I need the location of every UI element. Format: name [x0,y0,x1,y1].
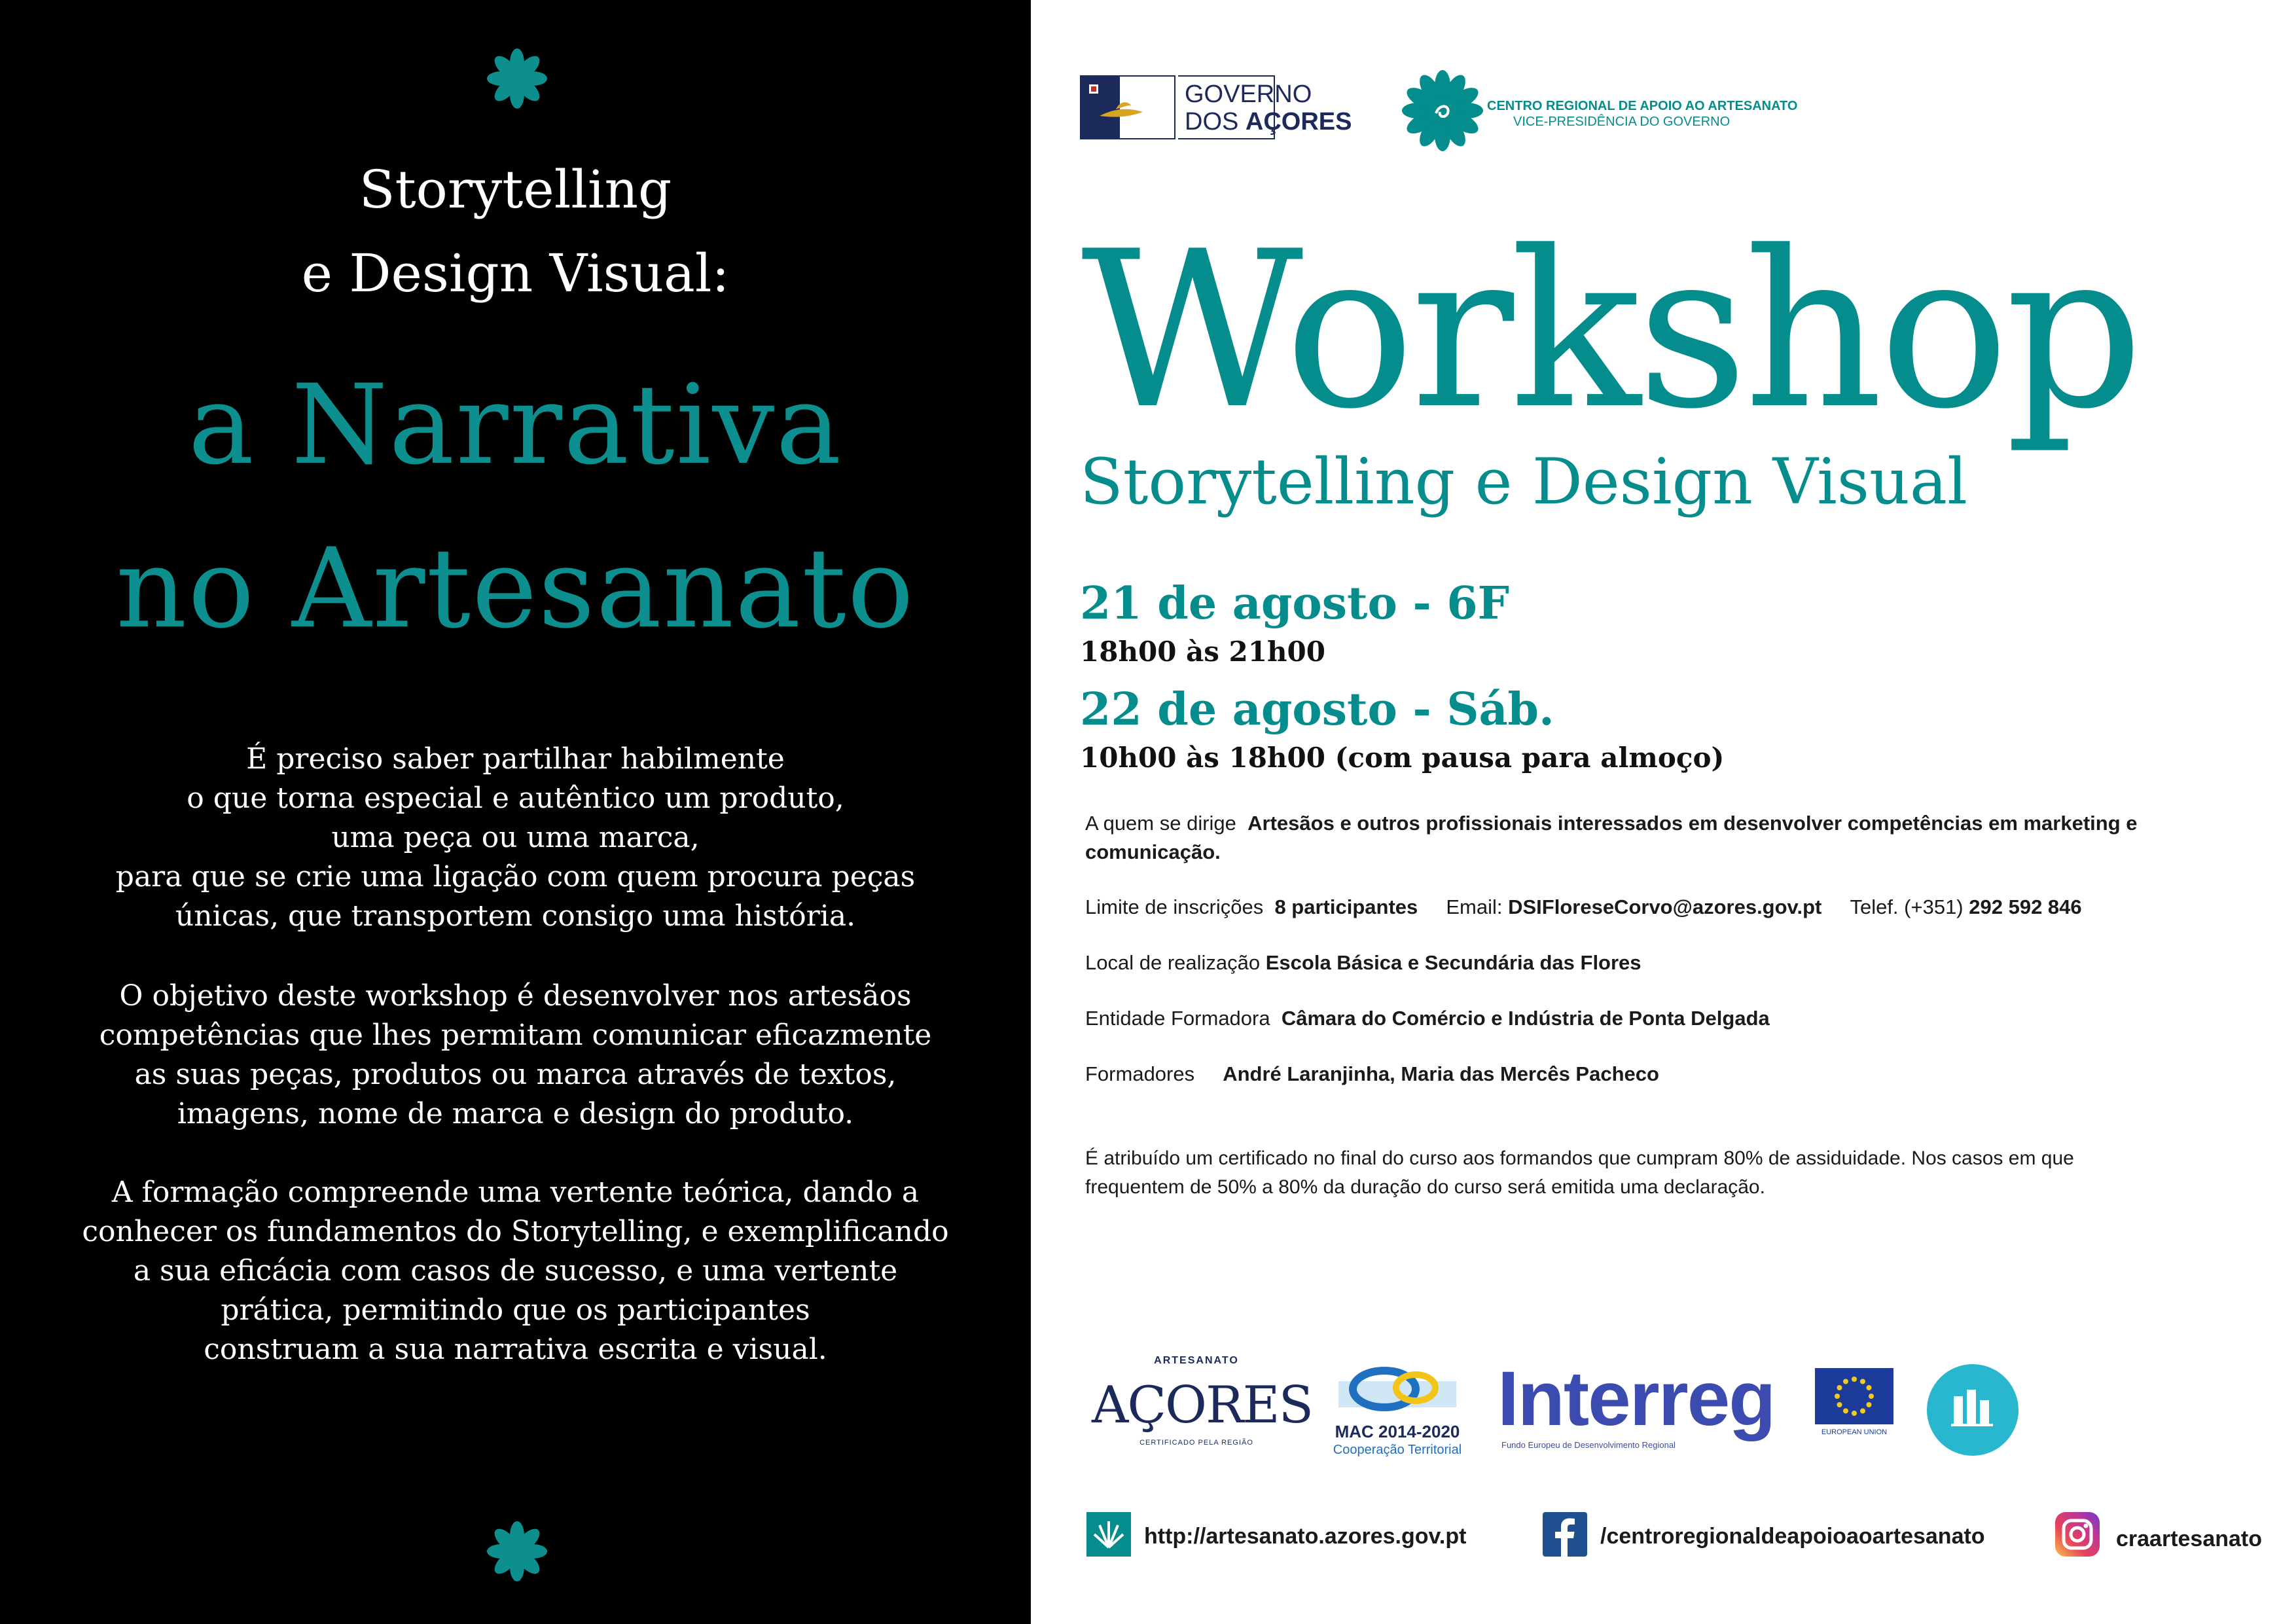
paragraph-line: únicas, que transportem consigo uma hist… [175,899,856,933]
azores-flag-icon [1080,75,1175,139]
paragraph-line: É preciso saber partilhar habilmente [246,742,785,776]
flower-icon [487,1521,547,1581]
time-1: 18h00 às 21h00 [1080,636,1325,668]
training-paragraph: A formação compreende uma vertente teóri… [46,1173,985,1369]
craa-flower-icon [1402,70,1483,151]
audience-label: A quem se dirige [1085,812,1236,835]
building-round-icon [1927,1364,2018,1456]
craa-text: CENTRO REGIONAL DE APOIO AO ARTESANATO V… [1487,98,1797,130]
mac-rings-icon [1338,1367,1456,1411]
website-link[interactable]: http://artesanato.azores.gov.pt [1144,1525,1466,1547]
audience-info: A quem se dirige Artesãos e outros profi… [1085,809,2138,867]
left-panel: Storytelling e Design Visual: a Narrativ… [0,0,1031,1624]
paragraph-line: conhecer os fundamentos do Storytelling,… [82,1215,949,1248]
governo-acores: AÇORES [1245,108,1352,135]
entity-label: Entidade Formadora [1085,1007,1270,1030]
paragraph-line: competências que lhes permitam comunicar… [99,1019,932,1052]
registration-info: Limite de inscrições 8 participantes Ema… [1085,893,2082,922]
left-title-line2: e Design Visual: [301,243,730,304]
artesanato-acores-logo: ARTESANATO AÇORES CERTIFICADO PELA REGIÃ… [1092,1355,1314,1460]
interreg-logo: Interreg Fundo Europeu de Desenvolviment… [1498,1360,1799,1458]
governo-line2: DOS AÇORES [1185,108,1352,135]
location-label: Local de realização [1085,951,1261,974]
phone-label: Telef. (+351) [1850,895,1964,918]
paragraph-line: imagens, nome de marca e design do produ… [177,1097,854,1130]
date-2: 22 de agosto - Sáb. [1080,683,1554,736]
craa-line1: CENTRO REGIONAL DE APOIO AO ARTESANATO [1487,99,1798,113]
audience-value: Artesãos e outros profissionais interess… [1247,812,2138,835]
paragraph-line: O objetivo deste workshop é desenvolver … [119,979,912,1013]
eu-flag-icon [1815,1368,1893,1424]
artesanato-main-text: AÇORES [1092,1376,1314,1435]
trainers-label: Formadores [1085,1062,1195,1085]
entity-info: Entidade Formadora Câmara do Comércio e … [1085,1004,1770,1033]
craa-line2: VICE-PRESIDÊNCIA DO GOVERNO [1513,115,1731,129]
left-title-line1: Storytelling [359,159,672,220]
instagram-link[interactable]: craartesanato [2116,1528,2262,1550]
governo-acores-logo: GOVERNO DOS AÇORES [1080,75,1361,141]
email-label: Email: [1446,895,1503,918]
artesanato-web-icon [1086,1512,1131,1557]
governo-text: GOVERNO DOS AÇORES [1185,81,1352,135]
governo-dos: DOS [1185,108,1246,135]
artesanato-top-text: ARTESANATO [1154,1355,1239,1366]
facebook-link[interactable]: /centroregionaldeapoioaoartesanato [1600,1525,1985,1547]
location-value: Escola Básica e Secundária das Flores [1265,951,1641,974]
location-info: Local de realização Escola Básica e Secu… [1085,948,1641,977]
time-2: 10h00 às 18h00 (com pausa para almoço) [1080,742,1725,774]
artesanato-bottom-text: CERTIFICADO PELA REGIÃO [1139,1439,1253,1447]
certificate-line: frequentem de 50% a 80% da duração do cu… [1085,1176,1765,1198]
intro-paragraph: É preciso saber partilhar habilmente o q… [46,740,985,936]
limit-label: Limite de inscrições [1085,895,1264,918]
facebook-icon [1543,1512,1587,1557]
eu-text: EUROPEAN UNION [1821,1428,1888,1436]
workshop-title: Workshop [1081,205,2144,456]
certificate-note: É atribuído um certificado no final do c… [1085,1144,2074,1202]
certificate-line: É atribuído um certificado no final do c… [1085,1147,2074,1169]
paragraph-line: a sua eficácia com casos de sucesso, e u… [133,1254,898,1288]
mac-line1: MAC 2014-2020 [1335,1422,1460,1441]
date-1: 21 de agosto - 6F [1080,577,1509,630]
audience-value-cont: comunicação. [1085,840,1221,863]
trainers-value: André Laranjinha, Maria das Mercês Pache… [1223,1062,1659,1085]
paragraph-line: prática, permitindo que os participantes [221,1293,810,1327]
paragraph-line: as suas peças, produtos ou marca através… [134,1058,897,1091]
mac-line2: Cooperação Territorial [1333,1443,1462,1457]
left-headline-line1: a Narrativa [188,361,843,489]
phone-value: 292 592 846 [1969,895,2082,918]
interreg-text: Interreg [1498,1356,1776,1442]
limit-value: 8 participantes [1274,895,1418,918]
paragraph-line: o que torna especial e autêntico um prod… [187,782,844,815]
paragraph-line: construam a sua narrativa escrita e visu… [204,1333,827,1366]
left-headline-line2: no Artesanato [116,524,915,653]
flower-icon [487,48,547,109]
entity-value: Câmara do Comércio e Indústria de Ponta … [1281,1007,1770,1030]
paragraph-line: A formação compreende uma vertente teóri… [111,1176,920,1209]
governo-line1: GOVERNO [1185,81,1312,108]
paragraph-line: para que se crie uma ligação com quem pr… [115,860,916,893]
objective-paragraph: O objetivo deste workshop é desenvolver … [46,977,985,1134]
mac-logo: MAC 2014-2020 Cooperação Territorial [1325,1362,1469,1460]
interreg-subtext: Fundo Europeu de Desenvolvimento Regiona… [1501,1440,1676,1450]
email-link[interactable]: DSIFloreseCorvo@azores.gov.pt [1508,895,1821,918]
instagram-icon [2055,1512,2100,1557]
workshop-subtitle: Storytelling e Design Visual [1080,445,1967,518]
eu-flag-logo: EUROPEAN UNION [1815,1368,1893,1440]
trainers-info: Formadores André Laranjinha, Maria das M… [1085,1060,1659,1089]
paragraph-line: uma peça ou uma marca, [331,821,700,854]
